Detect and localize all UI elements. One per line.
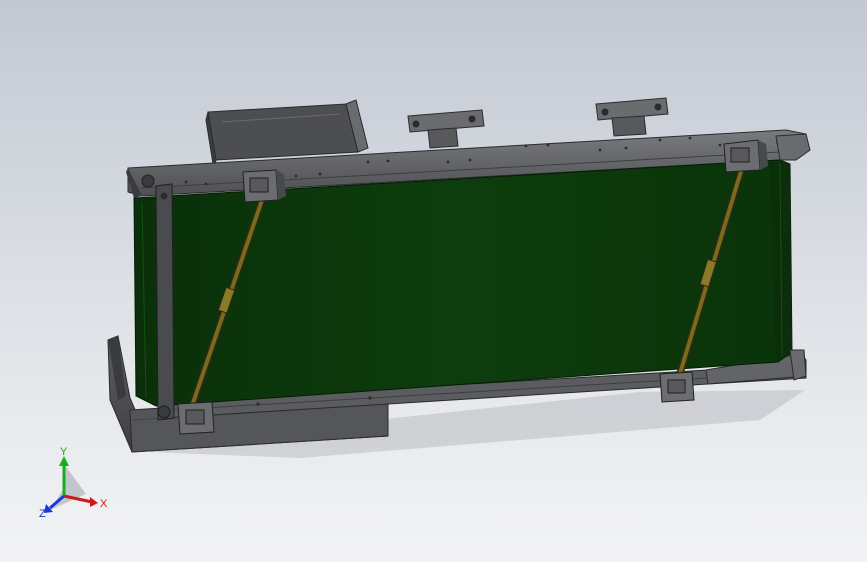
x-axis-label: X bbox=[100, 498, 108, 510]
mount-bracket-1[interactable] bbox=[407, 109, 485, 149]
tensioner-block-bottom-right[interactable] bbox=[659, 371, 695, 403]
mount-bracket-2[interactable] bbox=[595, 97, 669, 137]
tensioner-block-bottom-left[interactable] bbox=[177, 401, 215, 435]
left-end-post[interactable] bbox=[155, 183, 175, 421]
y-axis-label: Y bbox=[60, 446, 68, 458]
tensioner-block-top-right[interactable] bbox=[723, 139, 768, 173]
tensioner-block-top-left[interactable] bbox=[242, 169, 286, 203]
coordinate-triad[interactable]: Y X Z bbox=[34, 446, 114, 526]
conveyor-model[interactable] bbox=[0, 0, 867, 562]
z-axis-label: Z bbox=[39, 508, 46, 520]
graphics-viewport[interactable]: Y X Z bbox=[0, 0, 867, 562]
